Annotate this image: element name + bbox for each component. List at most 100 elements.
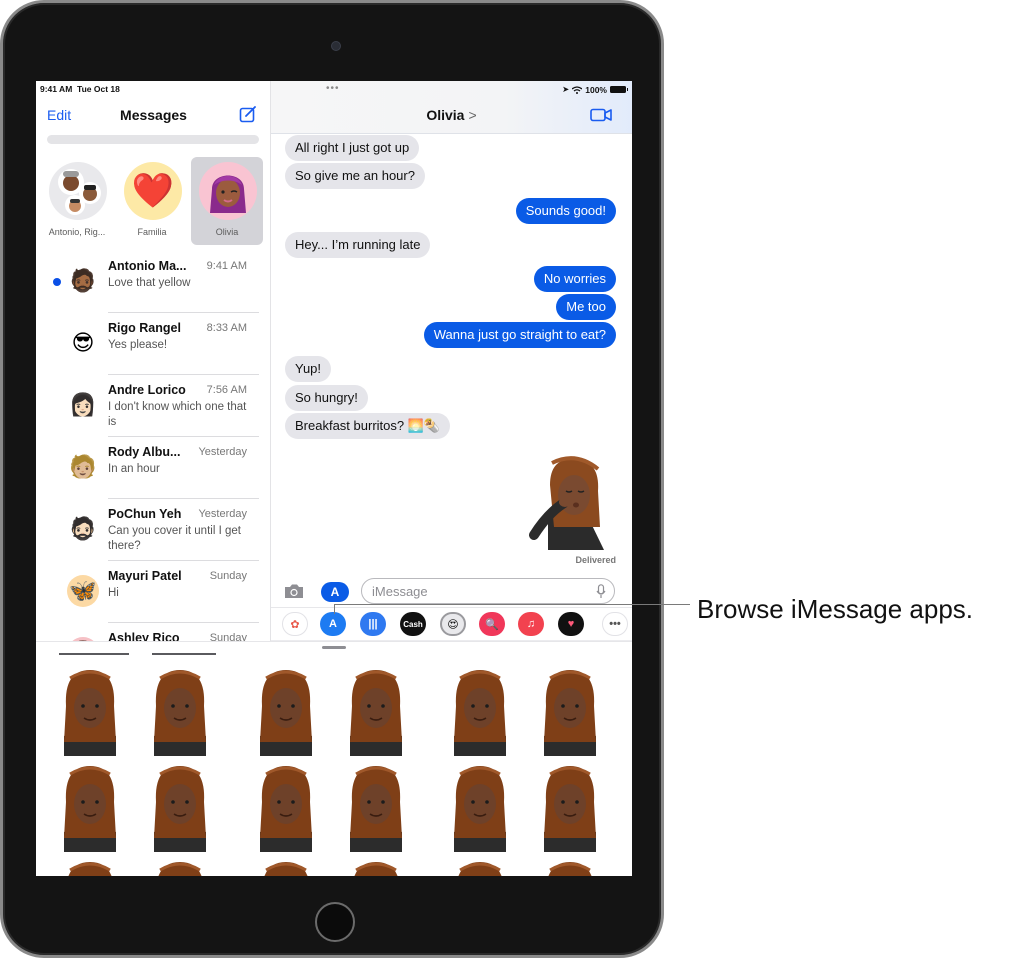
memoji-sticker-crossed-arms[interactable] [530,762,610,852]
compose-icon[interactable] [239,105,257,123]
location-icon: ➤ [562,84,570,94]
memoji-sticker-hand-to-mouth[interactable] [246,666,326,756]
memoji-sticker-praying-hands[interactable] [440,762,520,852]
screen: 9:41 AM Tue Oct 18 Messages Edit Antonio… [36,81,632,876]
avatar: 👩🏻 [69,392,97,417]
memoji-sticker-thumbs-up[interactable] [336,858,416,876]
photos-app-icon[interactable]: ✿ [282,612,308,636]
incoming-message[interactable]: Hey... I’m running late [285,232,431,258]
chat-pane: ••• ➤ 100% Olivia > All right I just got … [271,81,632,641]
memoji-stickers-app-icon[interactable]: 😍 [440,612,466,636]
callout-label: Browse iMessage apps. [697,594,974,624]
status-date: Tue Oct 18 [77,84,120,94]
memoji-sticker-thumbs-up[interactable] [336,666,416,756]
multitasking-dots[interactable]: ••• [326,83,340,94]
sidebar-title: Messages [120,107,187,123]
drawer-tab-2[interactable] [152,653,216,655]
chevron-right-icon: > [468,107,477,123]
memoji-sticker-hand-on-cheek[interactable] [50,666,130,756]
conversation-item[interactable]: 🧑🏼 Rody Albu... Yesterday In an hour [36,437,270,499]
app-store-toggle-button[interactable]: A [321,582,349,602]
memoji-sticker-covering-mouth[interactable] [246,762,326,852]
memoji-sticker-thumbs-down[interactable] [440,858,520,876]
pin-label: Olivia [215,227,239,237]
memoji-sticker-jazz-hands[interactable] [50,762,130,852]
search-field[interactable] [47,135,259,144]
outgoing-message[interactable]: Sounds good! [515,198,616,224]
conversation-preview: Can you cover it until I get there? [108,525,241,552]
conversation-time: Yesterday [198,446,247,458]
conversation-name: Rigo Rangel [108,321,181,335]
app-store-icon: A [330,585,340,599]
conversation-preview: Hi [108,587,119,599]
conversation-name: Mayuri Patel [108,569,182,583]
app-store-app-icon[interactable]: A [320,612,346,636]
incoming-message[interactable]: So hungry! [285,385,368,411]
group-memoji-icon [58,169,101,215]
delivered-status: Delivered [575,555,616,565]
compose-bar: A [271,575,632,607]
avatar: 🦋 [67,575,99,607]
conversation-name: PoChun Yeh [108,507,182,521]
images-search-app-icon[interactable]: 🔍 [479,612,505,636]
edit-button[interactable]: Edit [47,107,71,123]
memoji-sticker-thumbs-down[interactable] [440,666,520,756]
avatar: 😎 [71,330,95,355]
conversation-item[interactable]: 👩🏻 Andre Lorico 7:56 AM I don't know whi… [36,375,270,437]
contact-name-button[interactable]: Olivia > [271,107,632,123]
pinned-group-antonio[interactable]: Antonio, Rig... [41,157,113,245]
apple-cash-app-icon[interactable]: Cash [400,612,426,636]
conversation-time: Yesterday [198,508,247,520]
outgoing-message[interactable]: Wanna just go straight to eat? [423,322,616,348]
memoji-sticker-meditating[interactable] [140,858,220,876]
avatar: 🧔🏾 [69,268,97,293]
contact-name: Olivia [426,107,465,123]
facetime-video-icon[interactable] [590,108,612,122]
incoming-message[interactable]: So give me an hour? [285,163,425,189]
outgoing-message[interactable]: Me too [556,294,616,320]
conversation-item[interactable]: 😎 Rigo Rangel 8:33 AM Yes please! [36,313,270,375]
front-camera [331,41,341,51]
memoji-sticker-hand-on-cheek[interactable] [50,858,130,876]
pinned-olivia[interactable]: Olivia [191,157,263,245]
drawer-tab-1[interactable] [59,653,129,655]
unread-indicator [53,278,61,286]
memoji-sticker-meditating[interactable] [140,666,220,756]
pin-label: Familia [137,227,167,237]
conversation-item[interactable]: 🧔🏻 PoChun Yeh Yesterday Can you cover it… [36,499,270,561]
group-avatar [49,162,107,220]
memoji-sticker-fist-bump[interactable] [140,762,220,852]
camera-icon[interactable] [283,583,305,599]
home-button[interactable] [315,902,355,942]
memoji-sticker-peace-sign[interactable] [530,666,610,756]
conversation-item[interactable]: 🧔🏾 Antonio Ma... 9:41 AM Love that yello… [36,251,270,313]
heart-icon: ❤️ [124,162,182,220]
callout-pointer [334,604,335,614]
status-indicators: ➤ 100% [562,84,628,95]
more-apps-icon[interactable]: ••• [602,612,628,636]
pinned-familia[interactable]: ❤️ Familia [116,157,188,245]
message-input[interactable] [372,583,582,599]
status-time: 9:41 AM [40,84,73,94]
incoming-message[interactable]: Yup! [285,356,332,382]
digital-touch-app-icon[interactable]: ♥ [558,612,584,636]
microphone-icon[interactable] [596,584,606,599]
conversation-name: Andre Lorico [108,383,186,397]
memoji-sticker-peace-sign[interactable] [530,858,610,876]
memoji-sticker-hand-to-mouth[interactable] [246,858,326,876]
drawer-grabber[interactable] [322,646,346,649]
incoming-message[interactable]: Breakfast burritos? 🌅🌯 [285,413,451,439]
memoji-sticker-shrug-palm[interactable] [336,762,416,852]
conversation-time: 8:33 AM [206,322,247,334]
imessage-field[interactable] [361,578,615,604]
music-app-icon[interactable]: ♫ [518,612,544,636]
audio-message-app-icon[interactable]: ||| [360,612,386,636]
outgoing-message[interactable]: No worries [533,266,616,292]
chat-header: ••• ➤ 100% Olivia > [271,81,632,134]
conversation-name: Antonio Ma... [108,259,187,273]
sent-memoji-sticker[interactable] [518,455,618,550]
incoming-message[interactable]: All right I just got up [285,135,420,161]
conversation-preview: Yes please! [108,339,168,351]
memoji-avatar-icon [210,175,246,213]
olivia-avatar [199,162,257,220]
